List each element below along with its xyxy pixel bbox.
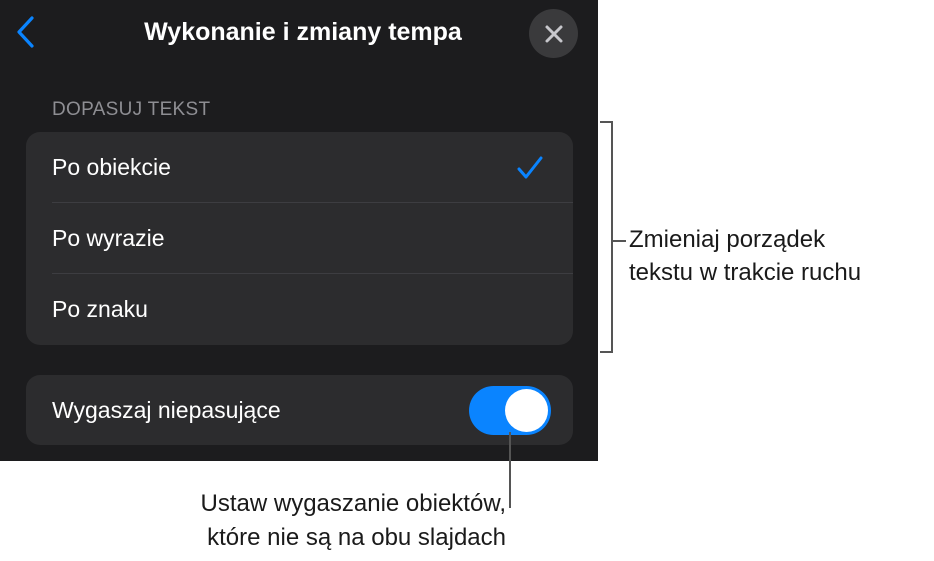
option-row-po-wyrazie[interactable]: Po wyrazie — [26, 203, 573, 274]
settings-panel: Wykonanie i zmiany tempa DOPASUJ TEKST P… — [0, 0, 598, 461]
option-label: Po wyrazie — [52, 225, 165, 251]
fade-toggle-switch[interactable] — [469, 386, 551, 435]
option-label: Po znaku — [52, 296, 148, 322]
section-header: DOPASUJ TEKST — [52, 99, 211, 120]
callout-line: które nie są na obu slajdach — [207, 524, 506, 551]
callout-line: Ustaw wygaszanie obiektów, — [200, 490, 506, 517]
toggle-knob — [505, 389, 548, 432]
callout-line: Zmieniaj porządek — [629, 226, 826, 253]
close-button[interactable] — [529, 9, 578, 58]
callout-line: tekstu w trakcie ruchu — [629, 259, 862, 286]
option-row-po-obiekcie[interactable]: Po obiekcie — [26, 132, 573, 203]
fade-toggle-row: Wygaszaj niepasujące — [26, 375, 573, 445]
checkmark-icon — [517, 156, 543, 179]
option-row-po-znaku[interactable]: Po znaku — [26, 274, 573, 345]
callout-leader-line — [509, 432, 511, 508]
toggle-label: Wygaszaj niepasujące — [52, 397, 281, 423]
options-group: Po obiekcie Po wyrazie Po znaku — [26, 132, 573, 345]
close-icon — [545, 25, 562, 42]
callout-bracket-tick — [612, 240, 626, 242]
page-title: Wykonanie i zmiany tempa — [144, 18, 462, 46]
callout-bracket — [600, 121, 613, 353]
callout-text-fade: Ustaw wygaszanie obiektów, które nie są … — [120, 487, 506, 555]
callout-text-order: Zmieniaj porządek tekstu w trakcie ruchu — [629, 223, 861, 289]
option-label: Po obiekcie — [52, 154, 171, 180]
